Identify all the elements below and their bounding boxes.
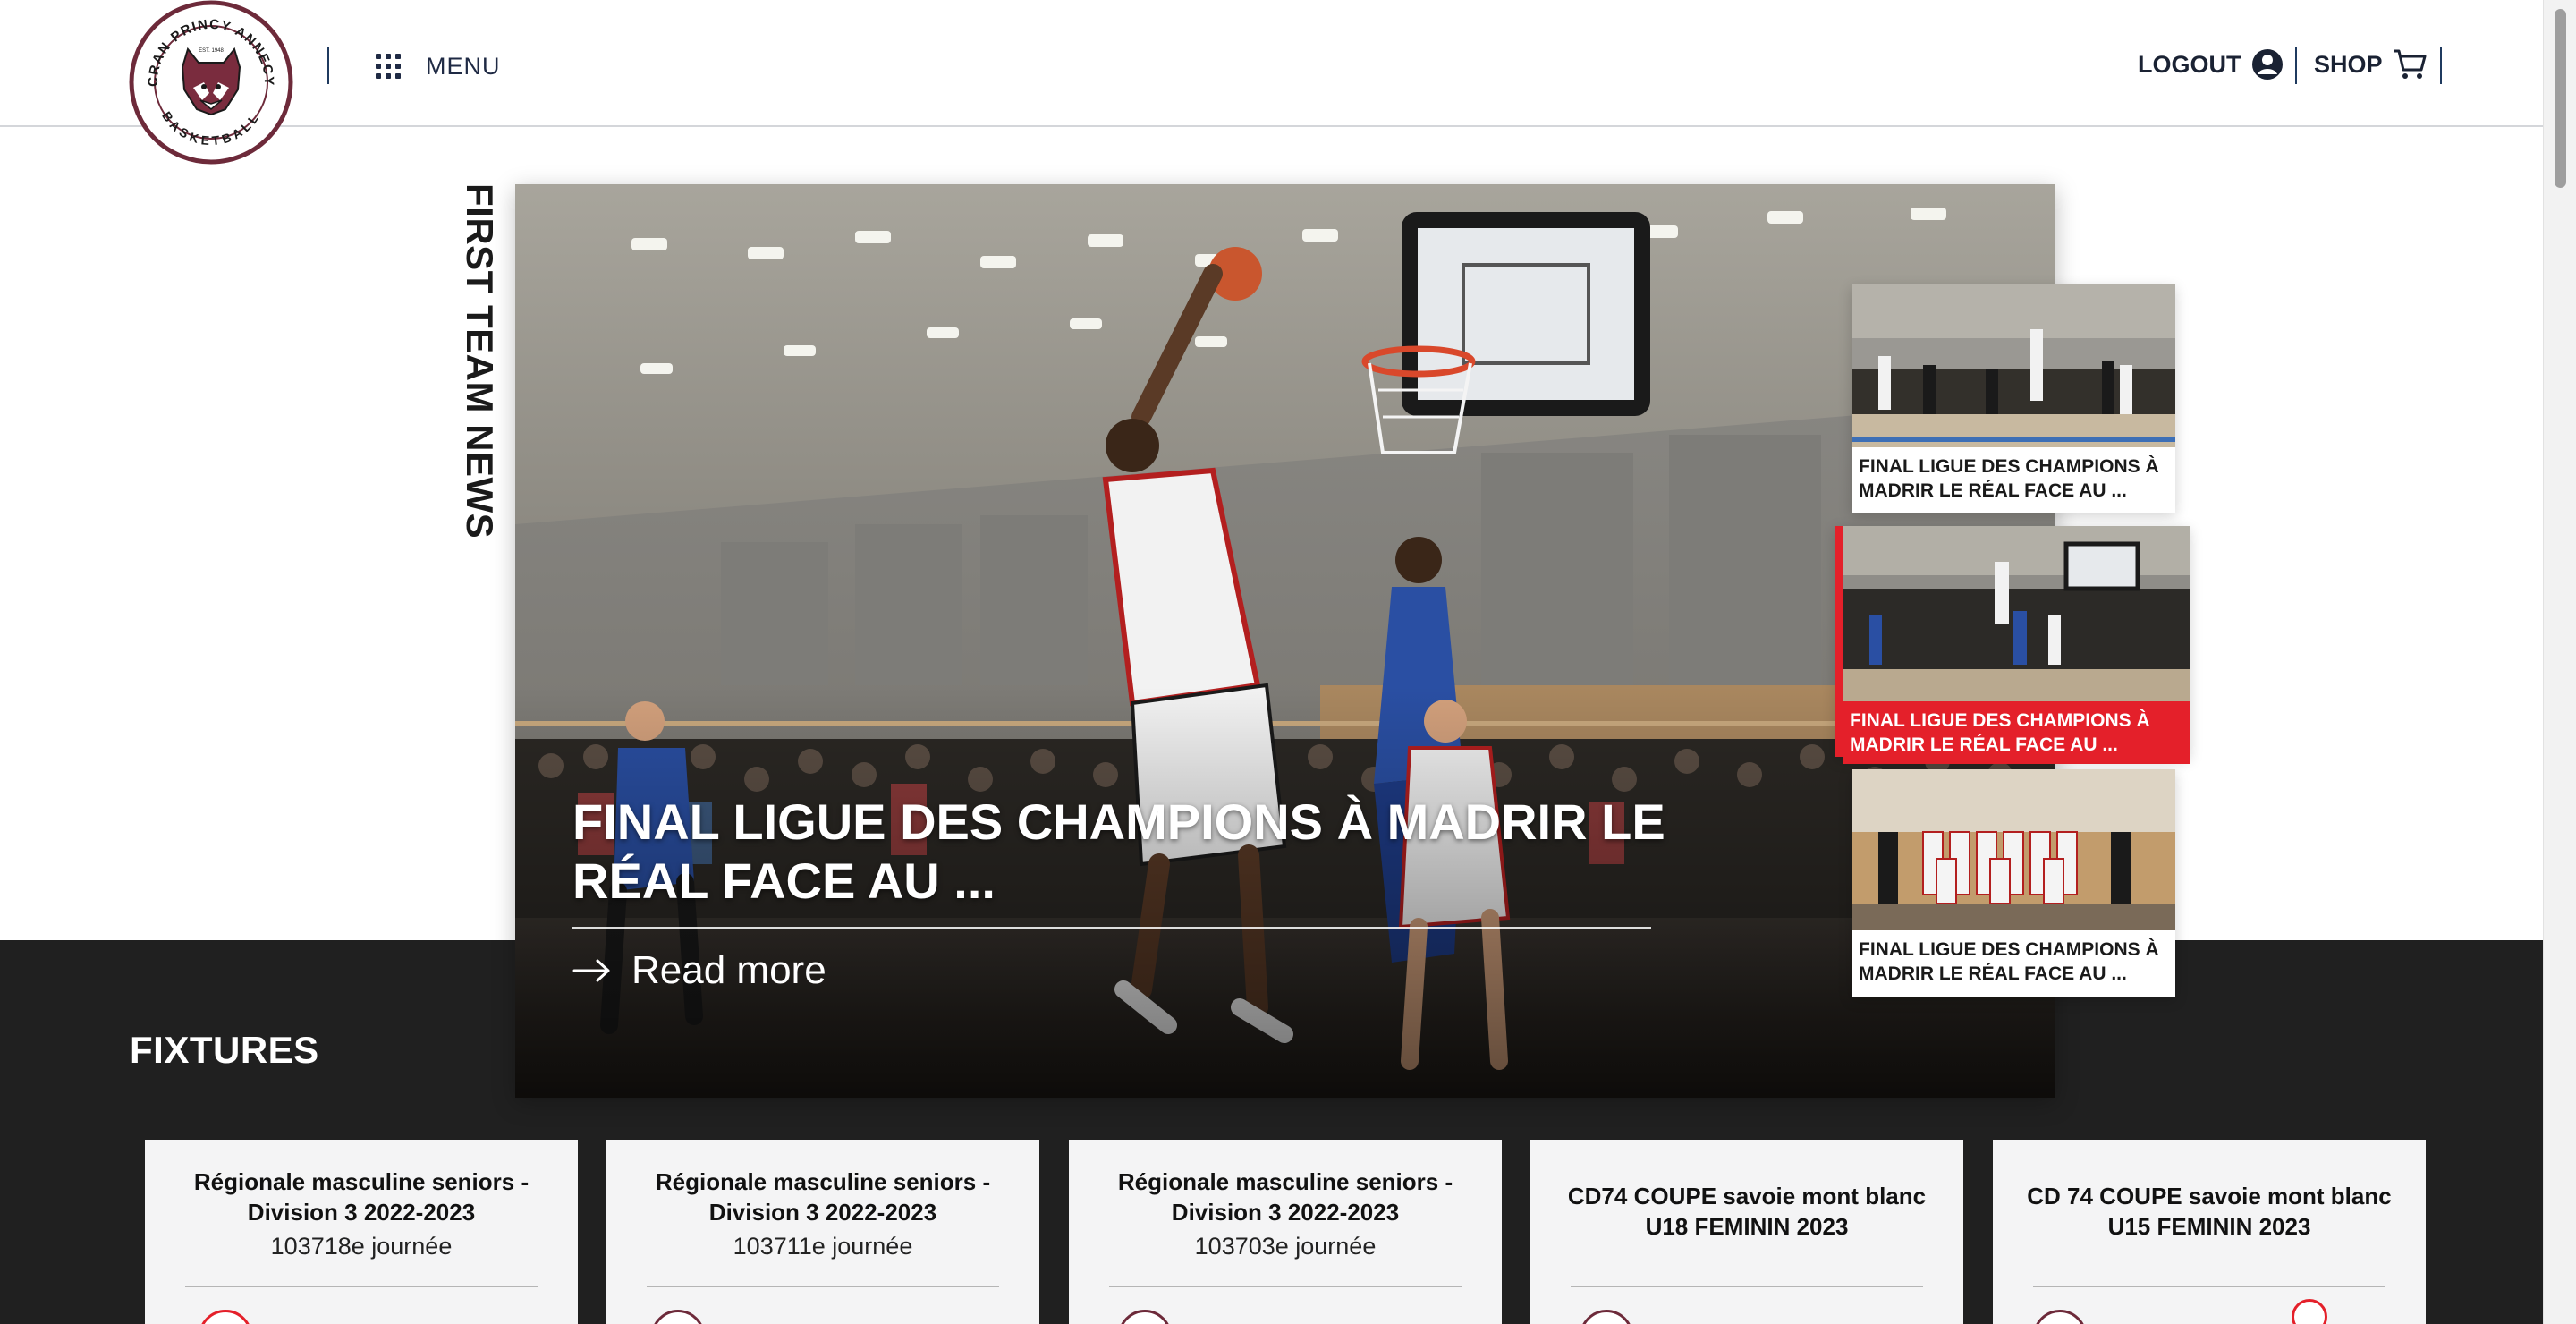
header-divider bbox=[2295, 47, 2297, 84]
team-crest-icon bbox=[199, 1310, 252, 1324]
page-scrollbar[interactable] bbox=[2543, 0, 2576, 1324]
logo-est: EST. 1948 bbox=[199, 48, 224, 54]
fixture-card[interactable]: Régionale masculine seniors - Division 3… bbox=[606, 1140, 1039, 1324]
news-thumb[interactable]: FINAL LIGUE DES CHAMPIONS À MADRIR LE RÉ… bbox=[1852, 769, 2175, 997]
menu-button[interactable]: MENU bbox=[376, 48, 501, 84]
fixture-card[interactable]: Régionale masculine seniors - Division 3… bbox=[1069, 1140, 1502, 1324]
fixture-card[interactable]: CD 74 COUPE savoie mont blanc U15 FEMINI… bbox=[1993, 1140, 2426, 1324]
news-thumb-image bbox=[1852, 284, 2175, 447]
fixture-divider bbox=[1571, 1286, 1923, 1287]
news-thumb-caption: FINAL LIGUE DES CHAMPIONS À MADRIR LE RÉ… bbox=[1843, 701, 2190, 764]
news-thumb-active[interactable]: FINAL LIGUE DES CHAMPIONS À MADRIR LE RÉ… bbox=[1835, 526, 2190, 764]
fixture-competition: CD74 COUPE savoie mont blanc U18 FEMININ… bbox=[1567, 1183, 1927, 1240]
fixture-matchday: 103718e journée bbox=[270, 1233, 453, 1260]
fixture-matchday: 103703e journée bbox=[1194, 1233, 1377, 1260]
news-thumb-image bbox=[1843, 526, 2190, 701]
fixture-divider bbox=[2033, 1286, 2385, 1287]
team-crest-icon bbox=[2292, 1299, 2327, 1324]
header-divider bbox=[2440, 47, 2442, 84]
club-logo[interactable]: CRAN PRINCY ANNECY BASKETBALL EST. 1948 bbox=[129, 0, 293, 165]
user-account-icon bbox=[2251, 49, 2283, 80]
read-more-label: Read more bbox=[631, 948, 826, 992]
header-divider bbox=[327, 47, 329, 84]
logout-button[interactable]: LOGOUT bbox=[2138, 47, 2284, 82]
news-thumb-caption: FINAL LIGUE DES CHAMPIONS À MADRIR LE RÉ… bbox=[1859, 939, 2159, 984]
scrollbar-thumb[interactable] bbox=[2555, 9, 2566, 188]
fixture-competition: Régionale masculine seniors - Division 3… bbox=[655, 1168, 991, 1226]
read-more-link[interactable]: Read more bbox=[572, 948, 826, 993]
shopping-cart-icon bbox=[2393, 49, 2427, 79]
menu-label: MENU bbox=[426, 52, 501, 80]
fixture-competition: Régionale masculine seniors - Division 3… bbox=[193, 1168, 530, 1226]
hero-headline[interactable]: FINAL LIGUE DES CHAMPIONS À MADRIR LE RÉ… bbox=[572, 793, 1682, 911]
section-title-first-team-news: FIRST TEAM NEWS bbox=[459, 183, 501, 539]
fixture-card[interactable]: CD74 COUPE savoie mont blanc U18 FEMININ… bbox=[1530, 1140, 1963, 1324]
featured-news-card[interactable]: FINAL LIGUE DES CHAMPIONS À MADRIR LE RÉ… bbox=[515, 184, 2055, 1098]
team-crest-icon bbox=[1580, 1310, 1633, 1324]
grid-menu-icon bbox=[376, 54, 401, 79]
news-thumb[interactable]: FINAL LIGUE DES CHAMPIONS À MADRIR LE RÉ… bbox=[1852, 284, 2175, 513]
news-thumb-caption: FINAL LIGUE DES CHAMPIONS À MADRIR LE RÉ… bbox=[1859, 456, 2159, 501]
site-header: MENU LOGOUT SHOP bbox=[0, 0, 2543, 127]
fixture-card[interactable]: Régionale masculine seniors - Division 3… bbox=[145, 1140, 578, 1324]
team-crest-icon bbox=[2033, 1310, 2087, 1324]
fixture-divider bbox=[185, 1286, 538, 1287]
hero-divider bbox=[572, 927, 1651, 929]
fixture-matchday: 103711e journée bbox=[733, 1233, 913, 1260]
fixture-divider bbox=[647, 1286, 999, 1287]
logout-label: LOGOUT bbox=[2138, 50, 2241, 78]
shop-label: SHOP bbox=[2314, 50, 2383, 78]
shop-button[interactable]: SHOP bbox=[2314, 47, 2428, 82]
arrow-right-icon bbox=[572, 959, 610, 982]
fixture-competition: CD 74 COUPE savoie mont blanc U15 FEMINI… bbox=[2027, 1183, 2392, 1240]
fixture-competition: Régionale masculine seniors - Division 3… bbox=[1117, 1168, 1453, 1226]
news-thumb-image bbox=[1852, 769, 2175, 930]
team-crest-icon bbox=[1118, 1310, 1172, 1324]
fixture-divider bbox=[1109, 1286, 1462, 1287]
team-crest-icon bbox=[651, 1310, 705, 1324]
section-title-fixtures: FIXTURES bbox=[130, 1029, 319, 1071]
